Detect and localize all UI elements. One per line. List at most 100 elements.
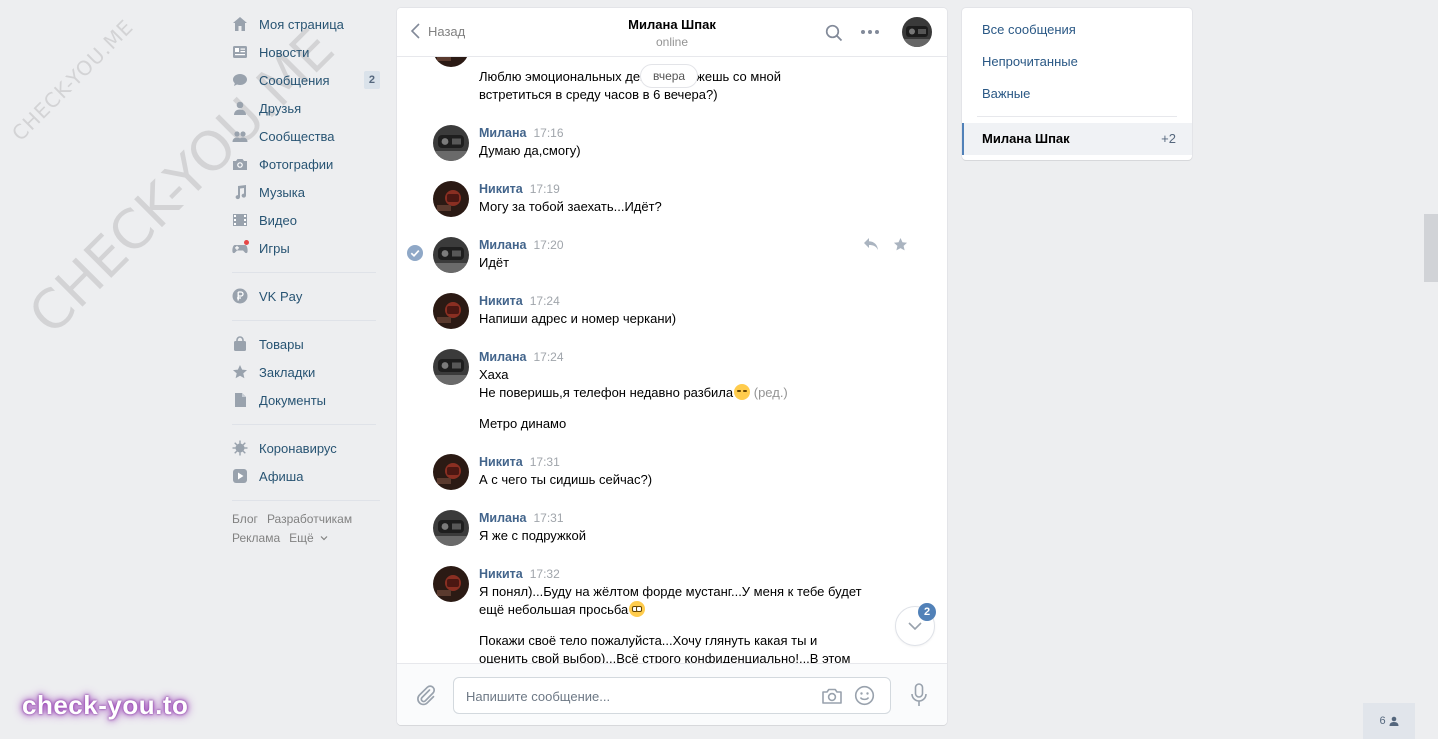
flushed-emoji-icon bbox=[629, 601, 646, 617]
message-input-box bbox=[453, 677, 891, 714]
nav-label: Игры bbox=[259, 240, 290, 256]
message-author[interactable]: Никита bbox=[479, 455, 523, 469]
message-item[interactable]: Никита 17:32 Я понял)...Буду на жёлтом фо… bbox=[397, 564, 947, 663]
footer-link-developers[interactable]: Разработчикам bbox=[267, 510, 352, 529]
paperclip-icon[interactable] bbox=[415, 684, 437, 709]
nav-label: Новости bbox=[259, 44, 310, 60]
nav-item-my-page[interactable]: Моя страница bbox=[232, 10, 382, 38]
author-avatar-nikita[interactable] bbox=[433, 57, 469, 67]
search-icon[interactable] bbox=[825, 24, 843, 45]
nav-item-documents[interactable]: Документы bbox=[232, 386, 382, 414]
message-item[interactable]: Милана 17:20 Идёт bbox=[397, 235, 947, 279]
message-time[interactable]: 17:16 bbox=[534, 126, 564, 140]
author-avatar-milana[interactable] bbox=[433, 510, 469, 546]
footer-link-ads[interactable]: Реклама bbox=[232, 529, 280, 548]
nav-item-video[interactable]: Видео bbox=[232, 206, 382, 234]
author-avatar-nikita[interactable] bbox=[433, 293, 469, 329]
nav-item-messages[interactable]: Сообщения 2 bbox=[232, 66, 382, 94]
nav-label: Сообщества bbox=[259, 128, 335, 144]
footer-link-more[interactable]: Ещё bbox=[289, 529, 328, 548]
message-time[interactable]: 17:31 bbox=[530, 455, 560, 469]
message-author[interactable]: Милана bbox=[479, 511, 527, 525]
play-icon bbox=[232, 468, 248, 484]
messages-count-badge: 2 bbox=[363, 71, 380, 89]
nav-item-photos[interactable]: Фотографии bbox=[232, 150, 382, 178]
message-item[interactable]: Милана 17:16 Думаю да,смогу) bbox=[397, 123, 947, 167]
nav-item-groups[interactable]: Сообщества bbox=[232, 122, 382, 150]
footer-more-label: Ещё bbox=[289, 531, 314, 545]
message-author[interactable]: Никита bbox=[479, 182, 523, 196]
message-text: Я понял)...Буду на жёлтом форде мустанг.… bbox=[479, 584, 862, 663]
message-item[interactable]: Никита 17:24 Напиши адрес и номер черкани… bbox=[397, 291, 947, 335]
emoji-icon[interactable] bbox=[854, 685, 875, 709]
online-friends-count: 6 bbox=[1379, 715, 1386, 727]
message-item[interactable]: Никита 17:19 Могу за тобой заехать...Идёт… bbox=[397, 179, 947, 223]
nav-item-games[interactable]: Игры bbox=[232, 234, 382, 262]
message-time[interactable]: 17:32 bbox=[530, 567, 560, 581]
nav-item-friends[interactable]: Друзья bbox=[232, 94, 382, 122]
filters-divider bbox=[977, 116, 1177, 117]
edited-mark[interactable]: (ред.) bbox=[754, 385, 788, 400]
nav-label: Закладки bbox=[259, 364, 316, 380]
footer-link-blog[interactable]: Блог bbox=[232, 510, 258, 529]
filter-all-messages[interactable]: Все сообщения bbox=[982, 22, 1076, 37]
games-notification-dot bbox=[244, 240, 249, 245]
message-author[interactable]: Милана bbox=[479, 126, 527, 140]
author-avatar-milana[interactable] bbox=[433, 125, 469, 161]
author-avatar-nikita[interactable] bbox=[433, 181, 469, 217]
message-time[interactable]: 17:24 bbox=[530, 294, 560, 308]
active-conversation-name: Милана Шпак bbox=[982, 131, 1070, 146]
message-time[interactable]: 17:24 bbox=[534, 350, 564, 364]
nav-label: Афиша bbox=[259, 468, 304, 484]
message-author[interactable]: Милана bbox=[479, 350, 527, 364]
online-friends-button[interactable]: 6 bbox=[1363, 703, 1415, 739]
reply-icon[interactable] bbox=[863, 237, 879, 255]
filter-unread[interactable]: Непрочитанные bbox=[982, 54, 1078, 69]
select-check-icon[interactable] bbox=[407, 245, 423, 264]
message-time[interactable]: 17:31 bbox=[534, 511, 564, 525]
message-author[interactable]: Никита bbox=[479, 294, 523, 308]
date-divider: вчера bbox=[640, 64, 699, 88]
microphone-icon[interactable] bbox=[909, 683, 929, 710]
nav-item-bookmarks[interactable]: Закладки bbox=[232, 358, 382, 386]
message-item[interactable]: Никита 17:31 А с чего ты сидишь сейчас?) bbox=[397, 452, 947, 496]
author-avatar-nikita[interactable] bbox=[433, 454, 469, 490]
message-text: Идёт bbox=[479, 255, 510, 270]
message-time[interactable]: 17:20 bbox=[534, 238, 564, 252]
friends-icon bbox=[232, 100, 248, 116]
nav-label: Товары bbox=[259, 336, 304, 352]
nav-label: Музыка bbox=[259, 184, 305, 200]
message-author[interactable]: Никита bbox=[479, 567, 523, 581]
star-icon[interactable] bbox=[893, 237, 908, 255]
active-conversation-item[interactable]: Милана Шпак +2 bbox=[962, 123, 1192, 155]
message-text: Могу за тобой заехать...Идёт? bbox=[479, 199, 662, 214]
nav-item-news[interactable]: Новости bbox=[232, 38, 382, 66]
author-avatar-milana[interactable] bbox=[433, 237, 469, 273]
nav-item-music[interactable]: Музыка bbox=[232, 178, 382, 206]
nav-item-vkpay[interactable]: VK Pay bbox=[232, 282, 382, 310]
message-input[interactable] bbox=[466, 686, 796, 706]
page-scrollbar[interactable] bbox=[1424, 214, 1438, 282]
left-navigation: Моя страница Новости Сообщения 2 Друзья … bbox=[232, 10, 382, 548]
watermark-small: CHECK-YOU.ME bbox=[7, 14, 139, 146]
nav-divider bbox=[232, 320, 376, 321]
camera-icon[interactable] bbox=[821, 687, 843, 708]
author-avatar-nikita[interactable] bbox=[433, 566, 469, 602]
message-text: А с чего ты сидишь сейчас?) bbox=[479, 472, 653, 487]
filter-important[interactable]: Важные bbox=[982, 86, 1030, 101]
nav-item-coronavirus[interactable]: Коронавирус bbox=[232, 434, 382, 462]
nav-item-goods[interactable]: Товары bbox=[232, 330, 382, 358]
message-text: Напиши адрес и номер черкани) bbox=[479, 311, 677, 326]
message-item[interactable]: Милана 17:24 Хаха Не поверишь,я телефон н… bbox=[397, 347, 947, 437]
nav-item-afisha[interactable]: Афиша bbox=[232, 462, 382, 490]
nav-label: Документы bbox=[259, 392, 327, 408]
chevron-down-icon bbox=[320, 536, 328, 541]
message-author[interactable]: Милана bbox=[479, 238, 527, 252]
message-time[interactable]: 17:19 bbox=[530, 182, 560, 196]
peer-avatar[interactable] bbox=[902, 17, 932, 47]
message-text: Думаю да,смогу) bbox=[479, 143, 581, 158]
more-icon[interactable] bbox=[861, 30, 879, 34]
message-item[interactable]: Милана 17:31 Я же с подружкой bbox=[397, 508, 947, 552]
author-avatar-milana[interactable] bbox=[433, 349, 469, 385]
message-actions bbox=[863, 237, 908, 255]
